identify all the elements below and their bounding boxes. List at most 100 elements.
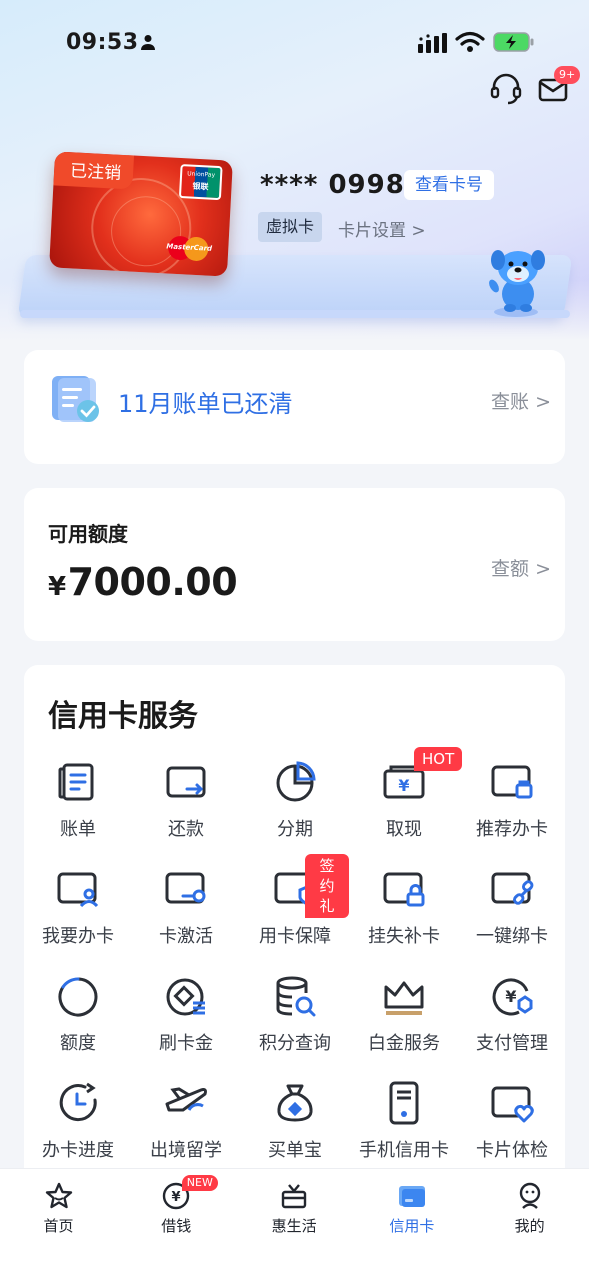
service-item-label: 出境留学 bbox=[150, 1140, 222, 1161]
nav-item[interactable]: ¥ 借钱 NEW bbox=[118, 1175, 235, 1236]
svg-text:¥: ¥ bbox=[505, 987, 516, 1006]
phone-card-icon bbox=[389, 1081, 419, 1125]
swipe-bonus-icon bbox=[166, 978, 205, 1016]
service-item[interactable]: 账单 bbox=[24, 745, 132, 845]
card-number: **** 0998 bbox=[260, 170, 405, 200]
service-item-label: 还款 bbox=[168, 819, 204, 840]
view-limit-link[interactable]: 查额 > bbox=[491, 554, 551, 581]
service-item-label: 额度 bbox=[60, 1033, 96, 1054]
status-time: 09:53 bbox=[66, 30, 139, 55]
bind-card-icon bbox=[491, 872, 534, 905]
battery-icon bbox=[493, 32, 534, 52]
progress-icon bbox=[59, 1082, 97, 1122]
service-item-label: 办卡进度 bbox=[42, 1140, 114, 1161]
profile-icon bbox=[519, 1182, 540, 1209]
mastercard-logo: MasterCard bbox=[166, 235, 212, 262]
service-item[interactable]: 买单宝 bbox=[241, 1066, 349, 1166]
service-item-label: 买单宝 bbox=[268, 1140, 322, 1161]
service-item[interactable]: 卡激活 bbox=[132, 852, 240, 952]
home-icon bbox=[45, 1182, 72, 1209]
service-item[interactable]: 积分查询 bbox=[241, 959, 349, 1059]
wifi-icon bbox=[455, 31, 485, 52]
unionpay-logo: UnionPay 银联 bbox=[178, 164, 223, 201]
card-settings-link[interactable]: 卡片设置 > bbox=[338, 216, 426, 241]
card-cancelled-tag: 已注销 bbox=[53, 151, 135, 190]
service-item[interactable]: 办卡进度 bbox=[24, 1066, 132, 1166]
travel-icon bbox=[165, 1087, 207, 1112]
service-item-label: 挂失补卡 bbox=[368, 926, 440, 947]
payment-manage-icon: ¥ bbox=[492, 978, 533, 1016]
service-item[interactable]: 推荐办卡 bbox=[458, 745, 566, 845]
signal-icon bbox=[418, 33, 447, 53]
limit-amount: 7000.00 bbox=[67, 560, 238, 604]
svg-text:¥: ¥ bbox=[172, 1190, 181, 1205]
available-limit-panel[interactable]: 可用额度 ¥7000.00 查额 > bbox=[24, 488, 565, 641]
person-icon bbox=[141, 35, 155, 50]
service-item-label: 我要办卡 bbox=[42, 926, 114, 947]
view-card-number-button[interactable]: 查看卡号 bbox=[404, 170, 494, 200]
activate-card-icon bbox=[165, 872, 206, 904]
view-bill-link[interactable]: 查账 > bbox=[491, 387, 551, 414]
service-item[interactable]: 分期 bbox=[241, 745, 349, 845]
unionpay-en: UnionPay bbox=[187, 170, 216, 179]
nav-item[interactable]: 首页 bbox=[0, 1181, 117, 1236]
service-item[interactable]: 刷卡金 bbox=[132, 959, 240, 1059]
bill-icon bbox=[58, 763, 94, 801]
service-item[interactable]: 挂失补卡 bbox=[350, 852, 458, 952]
service-tag: 签约礼 bbox=[305, 854, 349, 918]
service-item-label: 卡片体检 bbox=[476, 1140, 548, 1161]
nav-item[interactable]: 我的 bbox=[471, 1181, 588, 1236]
service-item[interactable]: 手机信用卡 bbox=[350, 1066, 458, 1166]
bottom-navigation: 首页 ¥ 借钱 NEW 惠生活 信用卡 我的 bbox=[0, 1168, 589, 1280]
service-item[interactable]: 出境留学 bbox=[132, 1066, 240, 1166]
nav-item[interactable]: 惠生活 bbox=[236, 1181, 353, 1236]
recommend-card-icon bbox=[491, 765, 533, 799]
currency-symbol: ¥ bbox=[48, 572, 66, 602]
credit-card-services-panel: 信用卡服务 账单 还款 分期 ¥ 取现 HOT 推荐办卡 我要办卡 卡激活 用卡… bbox=[24, 665, 565, 1225]
new-badge: NEW bbox=[181, 1175, 218, 1191]
service-item[interactable]: 卡片体检 bbox=[458, 1066, 566, 1166]
mascot-dog-icon bbox=[489, 250, 545, 317]
installment-icon bbox=[276, 761, 316, 802]
platinum-icon bbox=[384, 981, 424, 1015]
service-item[interactable]: 白金服务 bbox=[350, 959, 458, 1059]
service-item-label: 一键绑卡 bbox=[476, 926, 548, 947]
credit-card-icon bbox=[398, 1186, 425, 1207]
service-item[interactable]: ¥ 取现 HOT bbox=[350, 745, 463, 845]
service-tag: HOT bbox=[414, 747, 463, 771]
customer-service-icon[interactable] bbox=[489, 72, 523, 106]
pay-bag-icon bbox=[277, 1084, 313, 1122]
service-item-label: 卡激活 bbox=[159, 926, 213, 947]
nav-item[interactable]: 信用卡 bbox=[353, 1181, 470, 1236]
credit-card-image[interactable]: 已注销 UnionPay 银联 MasterCard bbox=[49, 151, 233, 277]
service-item[interactable]: 额度 bbox=[24, 959, 132, 1059]
svg-text:¥: ¥ bbox=[398, 776, 409, 795]
card-check-icon bbox=[491, 1086, 534, 1123]
service-item-label: 手机信用卡 bbox=[359, 1140, 449, 1161]
available-limit-label: 可用额度 bbox=[48, 522, 128, 546]
service-item[interactable]: 还款 bbox=[132, 745, 240, 845]
service-item[interactable]: 一键绑卡 bbox=[458, 852, 566, 952]
service-item-label: 积分查询 bbox=[259, 1033, 331, 1054]
service-item[interactable]: ¥ 支付管理 bbox=[458, 959, 566, 1059]
bill-status-panel[interactable]: 11月账单已还清 查账 > bbox=[24, 350, 565, 464]
service-item[interactable]: 用卡保障 签约礼 bbox=[241, 852, 349, 952]
repay-icon bbox=[166, 766, 206, 798]
nav-item-label: 首页 bbox=[43, 1217, 74, 1235]
mail-badge: 9+ bbox=[554, 66, 581, 84]
apply-card-icon bbox=[57, 872, 99, 908]
service-item[interactable]: 我要办卡 bbox=[24, 852, 132, 952]
nav-item-label: 我的 bbox=[514, 1217, 545, 1235]
nav-item-label: 信用卡 bbox=[389, 1217, 435, 1235]
bill-status-text: 11月账单已还清 bbox=[118, 390, 293, 418]
points-icon bbox=[276, 976, 316, 1017]
service-item-label: 白金服务 bbox=[368, 1033, 440, 1054]
bill-document-icon bbox=[52, 376, 99, 422]
service-item-label: 账单 bbox=[60, 819, 96, 840]
limit-icon bbox=[58, 977, 98, 1017]
nav-item-label: 借钱 bbox=[161, 1217, 192, 1235]
service-item-label: 支付管理 bbox=[476, 1033, 548, 1054]
service-item-label: 取现 bbox=[386, 819, 422, 840]
virtual-card-tag: 虚拟卡 bbox=[258, 212, 322, 242]
service-item-label: 刷卡金 bbox=[159, 1033, 213, 1054]
